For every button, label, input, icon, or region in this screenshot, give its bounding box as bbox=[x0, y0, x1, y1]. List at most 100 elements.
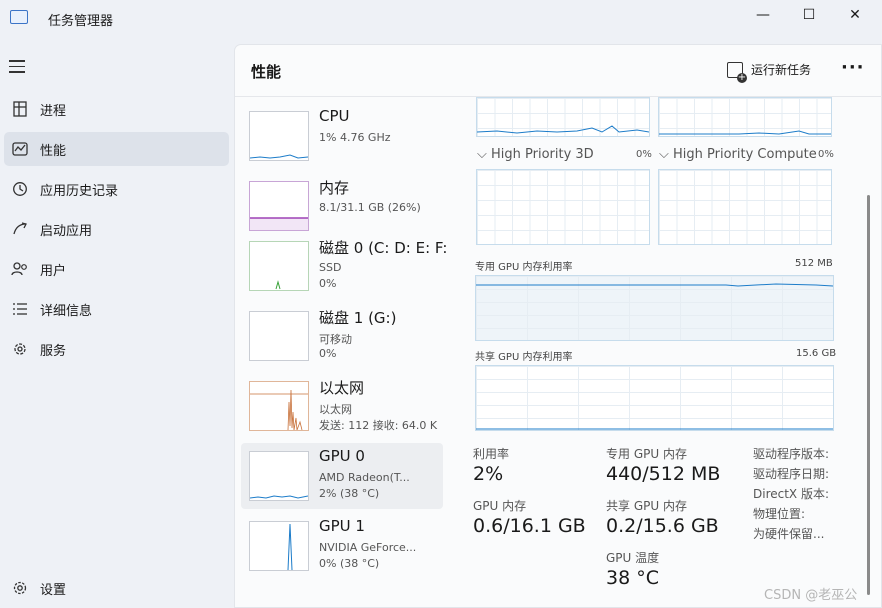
gpu-memory-label: GPU 内存 bbox=[473, 499, 527, 513]
engine-pct: 0% bbox=[636, 149, 652, 160]
services-icon bbox=[10, 339, 30, 359]
device-disk-0[interactable]: 磁盘 0 (C: D: E: F: SSD 0% bbox=[241, 233, 447, 299]
cpu-thumbnail bbox=[249, 111, 309, 161]
sidebar-item-label: 进程 bbox=[40, 103, 67, 119]
driver-date-label: 驱动程序日期: bbox=[753, 467, 830, 481]
page-title: 性能 bbox=[251, 63, 282, 81]
sidebar-item-performance[interactable]: 性能 bbox=[4, 132, 229, 166]
device-usage: 0% bbox=[319, 277, 337, 290]
device-name: 磁盘 1 (G:) bbox=[319, 309, 397, 327]
device-usage: 发送: 112 接收: 64.0 K bbox=[319, 419, 438, 432]
startup-icon bbox=[10, 219, 30, 239]
users-icon bbox=[10, 259, 30, 279]
dedicated-graph-label: 专用 GPU 内存利用率 bbox=[475, 262, 573, 273]
new-task-icon bbox=[727, 61, 747, 83]
device-name: GPU 0 bbox=[319, 447, 365, 465]
sidebar-item-app-history[interactable]: 应用历史记录 bbox=[4, 172, 229, 206]
run-new-task-button[interactable]: 运行新任务 bbox=[727, 61, 812, 83]
device-detail: 8.1/31.1 GB (26%) bbox=[319, 201, 421, 214]
dedicated-graph-max: 512 MB bbox=[795, 258, 833, 269]
sidebar-item-users[interactable]: 用户 bbox=[4, 252, 229, 286]
disk-1-thumbnail bbox=[249, 311, 309, 361]
sidebar-item-label: 服务 bbox=[40, 343, 67, 359]
device-cpu[interactable]: CPU 1% 4.76 GHz bbox=[241, 103, 443, 169]
hamburger-menu-icon[interactable] bbox=[9, 60, 25, 74]
engine-graph-high-priority-compute bbox=[658, 169, 832, 245]
engine-label-high-priority-3d[interactable]: ⌵ High Priority 3D bbox=[477, 147, 594, 162]
performance-icon bbox=[10, 139, 30, 159]
engine-pct: 0% bbox=[818, 149, 834, 160]
sidebar-item-label: 启动应用 bbox=[40, 223, 93, 239]
shared-memory-label: 共享 GPU 内存 bbox=[606, 499, 687, 513]
window-title: 任务管理器 bbox=[48, 14, 114, 29]
utilization-label: 利用率 bbox=[473, 447, 510, 461]
title-bar: 任务管理器 — ☐ ✕ bbox=[0, 0, 882, 38]
sidebar-item-processes[interactable]: 进程 bbox=[4, 92, 229, 126]
dedicated-memory-value: 440/512 MB bbox=[606, 463, 721, 485]
ethernet-thumbnail bbox=[249, 381, 309, 431]
device-ethernet[interactable]: 以太网 以太网 发送: 112 接收: 64.0 K bbox=[241, 373, 443, 439]
sidebar-item-label: 详细信息 bbox=[40, 303, 93, 319]
device-memory[interactable]: 内存 8.1/31.1 GB (26%) bbox=[241, 173, 443, 239]
hardware-reserved-label: 为硬件保留... bbox=[753, 527, 825, 541]
device-detail: 1% 4.76 GHz bbox=[319, 131, 391, 144]
device-name: 内存 bbox=[319, 179, 350, 197]
performance-panel: 性能 运行新任务 ··· CPU 1% 4.76 GHz 内存 8.1/31.1… bbox=[234, 44, 882, 608]
more-options-button[interactable]: ··· bbox=[841, 57, 865, 78]
device-usage: 0% (38 °C) bbox=[319, 557, 380, 570]
disk-0-thumbnail bbox=[249, 241, 309, 291]
device-name: GPU 1 bbox=[319, 517, 365, 535]
sidebar-item-services[interactable]: 服务 bbox=[4, 332, 229, 366]
device-detail: SSD bbox=[319, 261, 342, 274]
device-detail: AMD Radeon(T... bbox=[319, 471, 410, 484]
close-button[interactable]: ✕ bbox=[832, 0, 878, 30]
device-gpu-0[interactable]: GPU 0 AMD Radeon(T... 2% (38 °C) bbox=[241, 443, 443, 509]
engine-label-high-priority-compute[interactable]: ⌵ High Priority Compute bbox=[659, 147, 817, 162]
scrollbar[interactable] bbox=[867, 195, 870, 595]
driver-version-label: 驱动程序版本: bbox=[753, 447, 830, 461]
gpu-temperature-label: GPU 温度 bbox=[606, 551, 660, 565]
sidebar-item-label: 应用历史记录 bbox=[40, 183, 119, 199]
engine-graph-high-priority-3d bbox=[476, 169, 650, 245]
shared-graph-max: 15.6 GB bbox=[796, 348, 837, 359]
watermark: CSDN @老巫公 bbox=[764, 588, 858, 603]
gpu-memory-value: 0.6/16.1 GB bbox=[473, 515, 586, 537]
device-name: 磁盘 0 (C: D: E: F: bbox=[319, 239, 448, 257]
device-usage: 0% bbox=[319, 347, 337, 360]
run-new-task-label: 运行新任务 bbox=[751, 63, 812, 77]
gpu-1-thumbnail bbox=[249, 521, 309, 571]
memory-thumbnail bbox=[249, 181, 309, 231]
sidebar-item-settings[interactable]: 设置 bbox=[4, 572, 229, 604]
dedicated-memory-label: 专用 GPU 内存 bbox=[606, 447, 687, 461]
maximize-button[interactable]: ☐ bbox=[786, 0, 832, 30]
sidebar-item-details[interactable]: 详细信息 bbox=[4, 292, 229, 326]
dedicated-memory-graph bbox=[475, 275, 834, 341]
shared-memory-value: 0.2/15.6 GB bbox=[606, 515, 719, 537]
physical-location-label: 物理位置: bbox=[753, 507, 806, 521]
sidebar-item-label: 性能 bbox=[40, 143, 67, 159]
device-detail: NVIDIA GeForce... bbox=[319, 541, 417, 554]
shared-memory-graph bbox=[475, 365, 834, 431]
task-manager-icon bbox=[10, 10, 28, 24]
device-name: CPU bbox=[319, 107, 350, 125]
engine-graph-top-left bbox=[476, 97, 650, 137]
details-icon bbox=[10, 299, 30, 319]
device-detail: 以太网 bbox=[319, 403, 352, 416]
device-detail: 可移动 bbox=[319, 333, 352, 346]
directx-version-label: DirectX 版本: bbox=[753, 487, 830, 501]
gear-icon bbox=[10, 578, 30, 598]
sidebar-item-label: 用户 bbox=[40, 263, 67, 279]
device-usage: 2% (38 °C) bbox=[319, 487, 380, 500]
gpu-0-thumbnail bbox=[249, 451, 309, 501]
processes-icon bbox=[10, 99, 30, 119]
engine-graph-top-right bbox=[658, 97, 832, 137]
shared-graph-label: 共享 GPU 内存利用率 bbox=[475, 352, 573, 363]
device-gpu-1[interactable]: GPU 1 NVIDIA GeForce... 0% (38 °C) bbox=[241, 513, 443, 579]
settings-label: 设置 bbox=[40, 582, 67, 598]
utilization-value: 2% bbox=[473, 463, 504, 485]
sidebar-item-startup-apps[interactable]: 启动应用 bbox=[4, 212, 229, 246]
device-name: 以太网 bbox=[319, 379, 365, 397]
history-icon bbox=[10, 179, 30, 199]
device-disk-1[interactable]: 磁盘 1 (G:) 可移动 0% bbox=[241, 303, 443, 369]
minimize-button[interactable]: — bbox=[740, 0, 786, 30]
